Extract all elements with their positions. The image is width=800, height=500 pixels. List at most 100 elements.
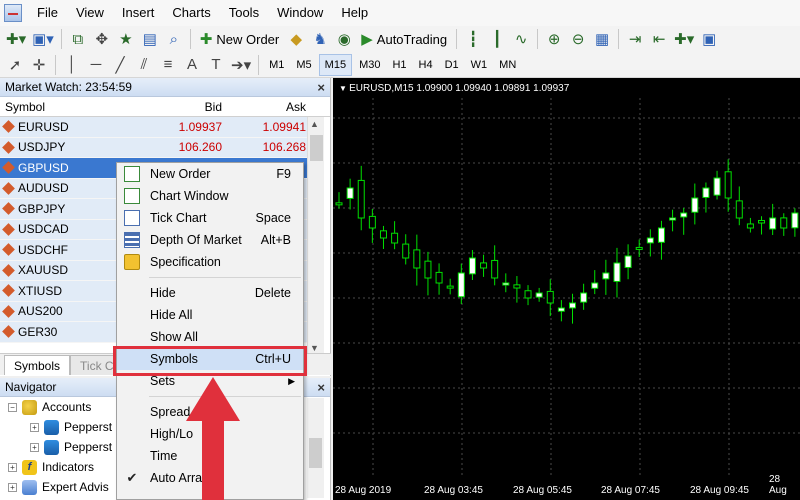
tab-symbols[interactable]: Symbols (4, 355, 71, 375)
zoom-in-icon[interactable]: ⊕ (543, 28, 565, 50)
menu-window[interactable]: Window (268, 0, 332, 26)
menu-item-hide[interactable]: Hide Delete (117, 282, 303, 304)
menu-tools[interactable]: Tools (220, 0, 268, 26)
timeframe-m1[interactable]: M1 (264, 54, 289, 76)
new-order-icon (124, 166, 140, 182)
candle-body (357, 179, 365, 219)
table-row[interactable]: EURUSD 1.09937 1.09941 (0, 117, 308, 138)
templates-icon[interactable]: ▣ (698, 28, 720, 50)
arrows-tool-icon[interactable]: ➔▾ (229, 54, 253, 76)
autotrading-button[interactable]: ▶ AutoTrading (357, 28, 451, 50)
menu-insert[interactable]: Insert (113, 0, 164, 26)
new-order-button[interactable]: ✚ New Order (196, 28, 283, 50)
menu-item-hide-all[interactable]: Hide All (117, 304, 303, 326)
market-watch-icon[interactable]: ⧉ (67, 28, 89, 50)
timeframe-m5[interactable]: M5 (291, 54, 316, 76)
data-window-icon[interactable]: ✥ (91, 28, 113, 50)
terminal-icon[interactable]: ▤ (139, 28, 161, 50)
symbol-arrow-icon (2, 243, 15, 257)
candle-body (569, 302, 576, 309)
nav-item-label: Expert Advis (42, 480, 109, 494)
signals-icon[interactable]: ♞ (309, 28, 331, 50)
market-watch-scrollbar[interactable]: ▲ ▼ (307, 117, 324, 355)
text-tool-icon[interactable]: A (181, 54, 203, 76)
timeframe-m30[interactable]: M30 (354, 54, 385, 76)
new-chart-icon[interactable]: ✚▾ (4, 28, 28, 50)
line-chart-icon[interactable]: ∿ (510, 28, 532, 50)
metaeditor-icon[interactable]: ◆ (285, 28, 307, 50)
chart-shift-icon[interactable]: ⇥ (624, 28, 646, 50)
scroll-up-icon[interactable]: ▲ (310, 119, 319, 129)
timeframe-mn[interactable]: MN (494, 54, 521, 76)
indicators-icon[interactable]: ✚▾ (672, 28, 696, 50)
vertical-line-icon[interactable]: │ (61, 54, 83, 76)
candle-body (746, 223, 754, 229)
scrollbar-thumb[interactable] (309, 438, 322, 468)
column-symbol[interactable]: Symbol (0, 100, 150, 114)
profiles-icon[interactable]: ▣▾ (30, 28, 56, 50)
navigator-icon[interactable]: ★ (115, 28, 137, 50)
candle-body (602, 272, 610, 280)
timeframe-h1[interactable]: H1 (387, 54, 411, 76)
expand-icon[interactable]: + (8, 462, 17, 472)
price-chart[interactable]: ▼ EURUSD,M15 1.09900 1.09940 1.09891 1.0… (333, 78, 800, 500)
menu-item-new-order[interactable]: New Order F9 (117, 163, 303, 185)
menu-item-show-all[interactable]: Show All (117, 326, 303, 348)
nav-item-label: Pepperst (64, 440, 113, 454)
chart-header: ▼ EURUSD,M15 1.09900 1.09940 1.09891 1.0… (339, 83, 569, 94)
menu-item-label: Hide All (150, 308, 193, 322)
menu-help[interactable]: Help (332, 0, 377, 26)
menu-charts[interactable]: Charts (163, 0, 219, 26)
table-row[interactable]: USDJPY 106.260 106.268 (0, 137, 308, 158)
candlestick-chart[interactable] (333, 78, 800, 500)
menu-item-depth-of-market[interactable]: Depth Of Market Alt+B (117, 229, 303, 251)
scrollbar-thumb[interactable] (310, 135, 323, 161)
bar-chart-icon[interactable]: ┇ (462, 28, 484, 50)
expand-icon[interactable]: + (30, 442, 39, 452)
scroll-down-icon[interactable]: ▼ (310, 343, 319, 353)
collapse-icon[interactable]: − (8, 402, 17, 412)
account-icon (44, 439, 59, 455)
menu-view[interactable]: View (67, 0, 113, 26)
strategy-tester-icon[interactable]: ⌕ (163, 28, 185, 50)
menu-item-chart-window[interactable]: Chart Window (117, 185, 303, 207)
x-tick-label: 28 Aug 2019 (335, 485, 392, 496)
cursor-icon[interactable]: ➚ (4, 54, 26, 76)
expand-icon[interactable]: + (8, 482, 17, 492)
close-icon[interactable]: × (317, 80, 325, 95)
menu-item-symbols[interactable]: Symbols Ctrl+U (117, 348, 303, 370)
zoom-out-icon[interactable]: ⊖ (567, 28, 589, 50)
candle-body (669, 217, 677, 221)
symbol-arrow-icon (2, 202, 15, 216)
symbol-name: GER30 (18, 324, 58, 339)
close-icon[interactable]: × (317, 380, 325, 395)
tile-windows-icon[interactable]: ▦ (591, 28, 613, 50)
candlestick-icon[interactable]: ┃ (486, 28, 508, 50)
fibonacci-icon[interactable]: ≡ (157, 54, 179, 76)
menu-separator (149, 277, 301, 278)
candle-body (513, 284, 521, 289)
expand-icon[interactable]: + (30, 422, 39, 432)
market-icon[interactable]: ◉ (333, 28, 355, 50)
timeframe-d1[interactable]: D1 (440, 54, 464, 76)
timeframe-h4[interactable]: H4 (414, 54, 438, 76)
candle-body (379, 230, 387, 239)
symbol-arrow-icon (2, 325, 15, 339)
crosshair-icon[interactable]: ✛ (28, 54, 50, 76)
timeframe-m15[interactable]: M15 (318, 53, 353, 76)
horizontal-line-icon[interactable]: ─ (85, 54, 107, 76)
symbol-name: AUDUSD (18, 181, 69, 196)
label-tool-icon[interactable]: T (205, 54, 227, 76)
timeframe-w1[interactable]: W1 (466, 54, 493, 76)
channel-icon[interactable]: ⫽ (133, 54, 155, 76)
column-ask[interactable]: Ask (222, 100, 308, 114)
menu-item-specification[interactable]: Specification (117, 251, 303, 273)
x-tick-label: 28 Aug 05:45 (513, 485, 572, 496)
menu-file[interactable]: File (28, 0, 67, 26)
toolbar-divider (189, 29, 191, 49)
trendline-icon[interactable]: ╱ (109, 54, 131, 76)
autoscroll-icon[interactable]: ⇤ (648, 28, 670, 50)
navigator-scrollbar[interactable] (307, 398, 324, 498)
menu-item-tick-chart[interactable]: Tick Chart Space (117, 207, 303, 229)
column-bid[interactable]: Bid (150, 100, 222, 114)
